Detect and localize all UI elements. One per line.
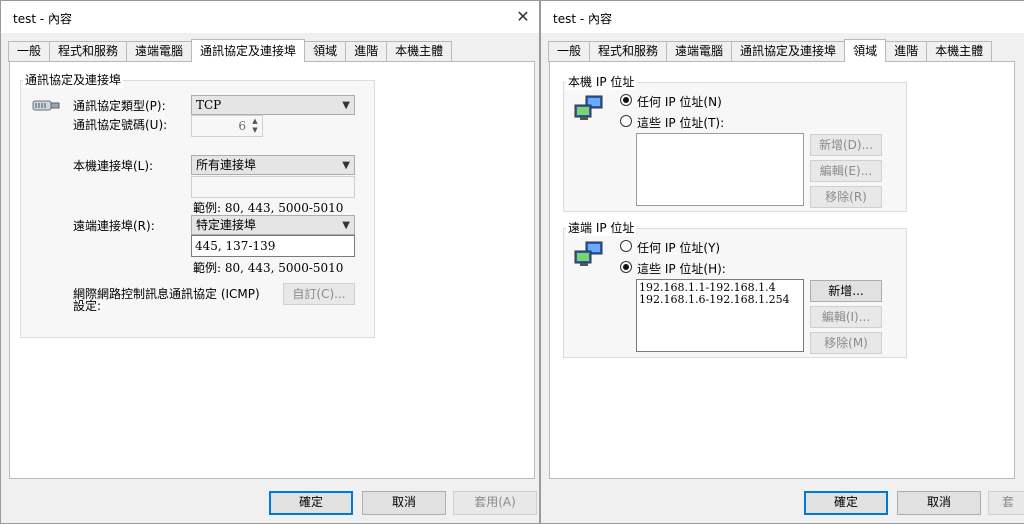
remote-remove-button[interactable]: 移除(M) bbox=[810, 332, 882, 354]
remote-port-select[interactable]: 特定連接埠 ▼ bbox=[191, 215, 355, 235]
local-add-button[interactable]: 新增(D)... bbox=[810, 134, 882, 156]
ok-button[interactable]: 確定 bbox=[804, 491, 888, 515]
tab-content-scope: 本機 IP 位址 任何 IP 位址(N) 這些 IP 位址(T): 新增(D).… bbox=[549, 61, 1015, 479]
apply-button[interactable]: 套用(A) bbox=[453, 491, 537, 515]
close-icon[interactable]: ✕ bbox=[511, 5, 535, 29]
tab-general[interactable]: 一般 bbox=[8, 41, 51, 62]
tab-general[interactable]: 一般 bbox=[548, 41, 591, 62]
computers-icon bbox=[574, 95, 603, 120]
chevron-down-icon: ▼ bbox=[342, 160, 350, 171]
group-title: 通訊協定及連接埠 bbox=[23, 71, 124, 88]
protocol-number-stepper[interactable]: 6 ▲ ▼ bbox=[191, 115, 263, 137]
tab-protocols-ports[interactable]: 通訊協定及連接埠 bbox=[191, 39, 306, 62]
protocol-number-label: 通訊協定號碼(U): bbox=[73, 118, 168, 132]
remote-port-label: 遠端連接埠(R): bbox=[73, 219, 155, 233]
local-port-field[interactable] bbox=[191, 176, 355, 198]
remote-any-radio[interactable] bbox=[620, 240, 632, 252]
customize-button[interactable]: 自訂(C)... bbox=[283, 283, 355, 305]
window-title: test - 內容 bbox=[13, 12, 73, 26]
local-port-select[interactable]: 所有連接埠 ▼ bbox=[191, 155, 355, 175]
remote-ip-group: 遠端 IP 位址 任何 IP 位址(Y) 這些 IP 位址(H): 192.16… bbox=[563, 219, 907, 358]
protocol-type-label: 通訊協定類型(P): bbox=[73, 99, 166, 113]
local-port-value: 所有連接埠 bbox=[196, 158, 257, 172]
window-title: test - 內容 bbox=[553, 12, 613, 26]
remote-any-label: 任何 IP 位址(Y) bbox=[637, 241, 721, 255]
tab-advanced[interactable]: 進階 bbox=[885, 41, 928, 62]
chevron-down-icon: ▼ bbox=[342, 100, 350, 111]
title-bar: test - 內容 ✕ bbox=[1, 1, 539, 33]
remote-add-button[interactable]: 新增... bbox=[810, 280, 882, 302]
local-edit-button[interactable]: 編輯(E)... bbox=[810, 160, 882, 182]
ok-button[interactable]: 確定 bbox=[269, 491, 353, 515]
protocol-type-value: TCP bbox=[196, 98, 222, 112]
local-port-label: 本機連接埠(L): bbox=[73, 159, 154, 173]
tab-local-principals[interactable]: 本機主體 bbox=[386, 41, 453, 62]
remote-ip-list[interactable]: 192.168.1.1-192.168.1.4 192.168.1.6-192.… bbox=[636, 279, 804, 352]
protocol-type-select[interactable]: TCP ▼ bbox=[191, 95, 355, 115]
icmp-settings-label: 設定: bbox=[73, 299, 102, 313]
tab-protocols-ports[interactable]: 通訊協定及連接埠 bbox=[731, 41, 846, 62]
properties-dialog-scope: test - 內容 一般 程式和服務 遠端電腦 通訊協定及連接埠 領域 進階 本… bbox=[540, 0, 1024, 524]
local-remove-button[interactable]: 移除(R) bbox=[810, 186, 882, 208]
apply-button[interactable]: 套 bbox=[988, 491, 1024, 515]
local-these-radio[interactable] bbox=[620, 115, 632, 127]
spinner-arrows-icon[interactable]: ▲ ▼ bbox=[249, 117, 261, 135]
local-any-label: 任何 IP 位址(N) bbox=[637, 95, 722, 109]
local-ip-list[interactable] bbox=[636, 133, 804, 206]
computers-icon bbox=[574, 241, 603, 266]
local-ip-group-title: 本機 IP 位址 bbox=[566, 73, 637, 90]
remote-port-value: 特定連接埠 bbox=[196, 218, 257, 232]
tab-remote-computers[interactable]: 遠端電腦 bbox=[666, 41, 733, 62]
tab-programs-services[interactable]: 程式和服務 bbox=[49, 41, 128, 62]
remote-ip-group-title: 遠端 IP 位址 bbox=[566, 219, 637, 236]
tab-scope[interactable]: 領域 bbox=[844, 39, 887, 62]
remote-port-example: 範例: 80, 443, 5000-5010 bbox=[193, 261, 344, 275]
cancel-button[interactable]: 取消 bbox=[362, 491, 446, 515]
remote-port-field[interactable]: 445, 137-139 bbox=[191, 235, 355, 257]
list-item[interactable]: 192.168.1.6-192.168.1.254 bbox=[639, 294, 801, 306]
chevron-down-icon: ▼ bbox=[342, 220, 350, 231]
tab-scope[interactable]: 領域 bbox=[304, 41, 347, 62]
protocols-group: 通訊協定及連接埠 通訊協定類型(P): TCP ▼ 通訊協定號碼(U): 6 ▲… bbox=[20, 71, 375, 338]
tab-strip: 一般 程式和服務 遠端電腦 通訊協定及連接埠 領域 進階 本機主體 bbox=[8, 39, 453, 62]
local-port-example: 範例: 80, 443, 5000-5010 bbox=[193, 201, 344, 215]
tab-programs-services[interactable]: 程式和服務 bbox=[589, 41, 668, 62]
tab-local-principals[interactable]: 本機主體 bbox=[926, 41, 993, 62]
properties-dialog-protocols: test - 內容 ✕ 一般 程式和服務 遠端電腦 通訊協定及連接埠 領域 進階… bbox=[0, 0, 540, 524]
cancel-button[interactable]: 取消 bbox=[897, 491, 981, 515]
remote-these-label: 這些 IP 位址(H): bbox=[637, 262, 726, 276]
local-any-radio[interactable] bbox=[620, 94, 632, 106]
remote-edit-button[interactable]: 編輯(I)... bbox=[810, 306, 882, 328]
tab-content-protocols: 通訊協定及連接埠 通訊協定類型(P): TCP ▼ 通訊協定號碼(U): 6 ▲… bbox=[9, 61, 535, 479]
protocol-number-value: 6 bbox=[238, 119, 246, 133]
local-these-label: 這些 IP 位址(T): bbox=[637, 116, 725, 130]
title-bar: test - 內容 bbox=[541, 1, 1024, 33]
remote-these-radio[interactable] bbox=[620, 261, 632, 273]
local-ip-group: 本機 IP 位址 任何 IP 位址(N) 這些 IP 位址(T): 新增(D).… bbox=[563, 73, 907, 212]
network-cable-icon bbox=[32, 100, 60, 111]
tab-advanced[interactable]: 進階 bbox=[345, 41, 388, 62]
tab-strip: 一般 程式和服務 遠端電腦 通訊協定及連接埠 領域 進階 本機主體 bbox=[548, 39, 993, 62]
tab-remote-computers[interactable]: 遠端電腦 bbox=[126, 41, 193, 62]
